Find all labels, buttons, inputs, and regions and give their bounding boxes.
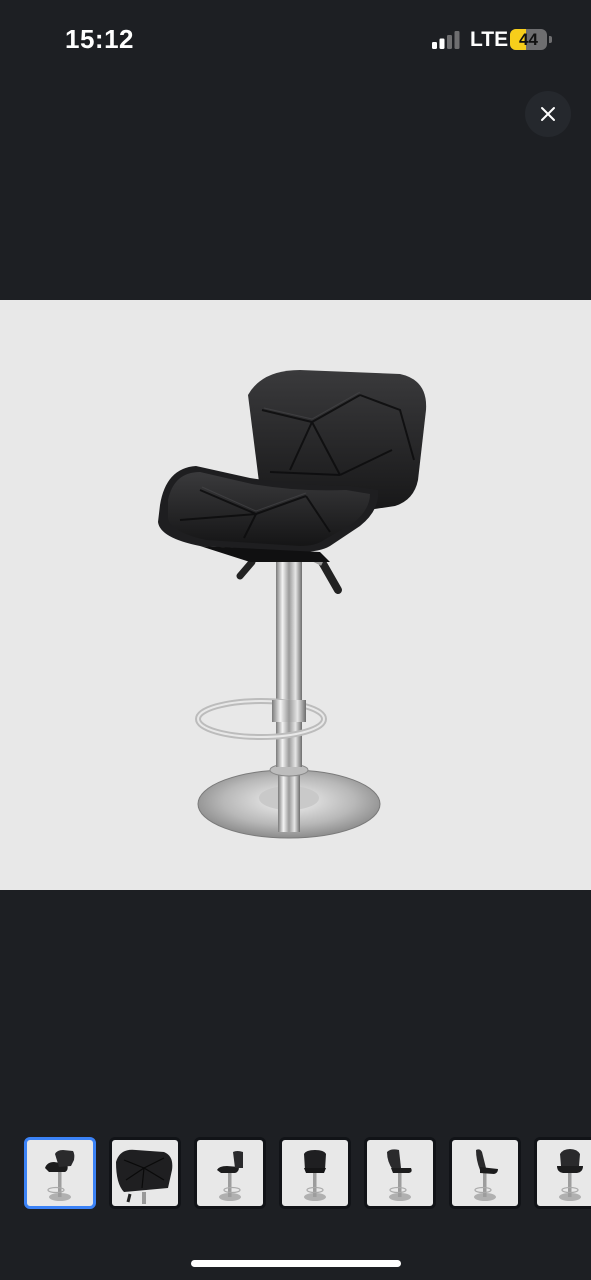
thumbnail-6[interactable] xyxy=(449,1137,521,1209)
network-type-label: LTE xyxy=(470,28,509,51)
thumbnail-7[interactable] xyxy=(534,1137,591,1209)
thumbnail-1[interactable] xyxy=(24,1137,96,1209)
status-time: 15:12 xyxy=(65,24,134,54)
thumbnail-3[interactable] xyxy=(194,1137,266,1209)
thumbnail-stool-icon xyxy=(45,1150,75,1201)
thumbnail-strip[interactable] xyxy=(24,1137,591,1211)
thumbnail-stool-icon xyxy=(387,1149,412,1201)
battery-level: 44 xyxy=(519,30,538,49)
thumbnail-stool-icon xyxy=(557,1149,583,1201)
thumbnail-2[interactable] xyxy=(109,1137,181,1209)
battery-icon: 44 xyxy=(510,29,552,50)
thumbnail-stool-icon xyxy=(304,1150,326,1201)
close-button[interactable] xyxy=(525,91,571,137)
main-product-image[interactable] xyxy=(0,300,591,890)
thumbnail-seat-closeup-icon xyxy=(116,1149,173,1204)
thumbnail-stool-icon xyxy=(217,1151,243,1201)
bar-stool-image xyxy=(158,370,427,839)
status-bar: 15:12 LTE 44 xyxy=(0,0,591,80)
close-icon xyxy=(541,107,555,121)
thumbnail-5[interactable] xyxy=(364,1137,436,1209)
home-indicator[interactable] xyxy=(191,1260,401,1267)
cellular-signal-icon xyxy=(432,31,460,49)
thumbnail-4[interactable] xyxy=(279,1137,351,1209)
thumbnail-stool-icon xyxy=(474,1149,498,1201)
